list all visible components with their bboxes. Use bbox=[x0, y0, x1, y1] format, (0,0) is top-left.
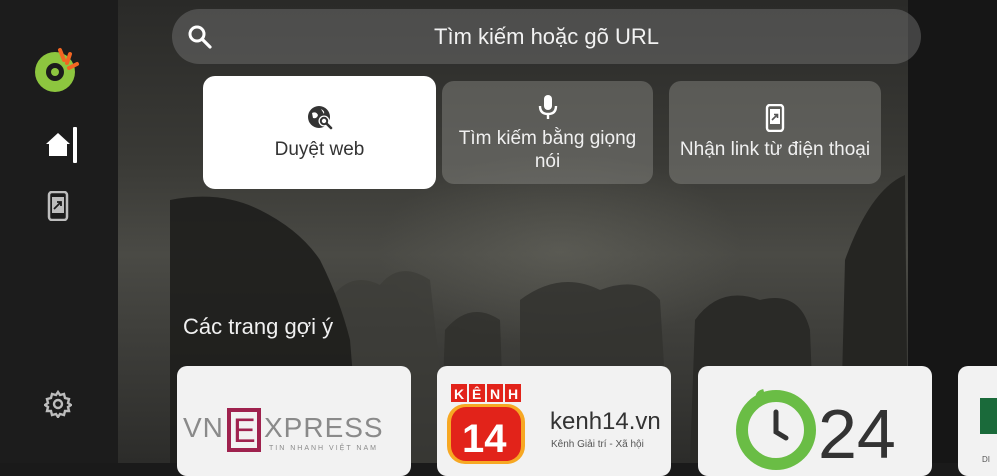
gear-icon bbox=[44, 390, 72, 418]
svg-text:N: N bbox=[490, 386, 500, 402]
svg-text:24: 24 bbox=[818, 395, 896, 473]
site-tile-partial[interactable]: DI bbox=[958, 366, 997, 476]
24h-logo: 24 bbox=[736, 389, 896, 473]
phone-link-icon bbox=[765, 104, 785, 132]
search-bar[interactable]: Tìm kiếm hoặc gõ URL bbox=[172, 9, 921, 64]
home-icon bbox=[46, 133, 70, 156]
globe-search-icon bbox=[307, 106, 332, 130]
search-placeholder: Tìm kiếm hoặc gõ URL bbox=[434, 24, 659, 49]
sidebar-item-home[interactable] bbox=[42, 128, 74, 160]
svg-text:XPRESS: XPRESS bbox=[264, 412, 384, 443]
browse-web-button[interactable]: Duyệt web bbox=[203, 76, 436, 189]
svg-text:TIN NHANH VIỆT NAM: TIN NHANH VIỆT NAM bbox=[269, 443, 378, 452]
phone-link-button[interactable]: Nhận link từ điện thoại bbox=[669, 81, 881, 184]
svg-text:Ê: Ê bbox=[472, 385, 481, 402]
svg-text:E: E bbox=[233, 412, 256, 450]
sidebar-item-settings[interactable] bbox=[42, 388, 74, 420]
svg-text:H: H bbox=[508, 386, 518, 402]
site-tile-kenh14[interactable]: K Ê N H 14 kenh14.vn Kênh Giải trí - Xã … bbox=[437, 366, 671, 476]
browse-web-label: Duyệt web bbox=[274, 139, 365, 160]
sidebar bbox=[0, 0, 118, 463]
site-tile-vnexpress[interactable]: VN E XPRESS TIN NHANH VIỆT NAM bbox=[177, 366, 411, 476]
sidebar-item-phone-link[interactable] bbox=[42, 190, 74, 222]
voice-search-label: Tìm kiếm bằng giọng nói bbox=[458, 127, 637, 172]
site-tile-24h[interactable]: 24 bbox=[698, 366, 932, 476]
partial-site-logo: DI bbox=[980, 398, 997, 464]
phone-link-icon bbox=[47, 191, 69, 221]
svg-text:kenh14.vn: kenh14.vn bbox=[550, 408, 661, 435]
svg-text:14: 14 bbox=[462, 417, 507, 461]
svg-text:Kênh Giải trí - Xã hội: Kênh Giải trí - Xã hội bbox=[551, 439, 644, 450]
voice-search-button[interactable]: Tìm kiếm bằng giọng nói bbox=[442, 81, 653, 184]
active-indicator bbox=[73, 127, 77, 163]
suggested-sites-title: Các trang gợi ý bbox=[183, 314, 334, 339]
svg-text:VN: VN bbox=[183, 412, 224, 443]
phone-link-label: Nhận link từ điện thoại bbox=[679, 139, 871, 160]
vnexpress-logo: VN E XPRESS TIN NHANH VIỆT NAM bbox=[183, 408, 384, 452]
svg-text:K: K bbox=[454, 386, 464, 402]
microphone-icon bbox=[538, 94, 557, 119]
kenh14-logo: K Ê N H 14 kenh14.vn Kênh Giải trí - Xã … bbox=[447, 384, 661, 464]
app-logo bbox=[33, 46, 81, 94]
